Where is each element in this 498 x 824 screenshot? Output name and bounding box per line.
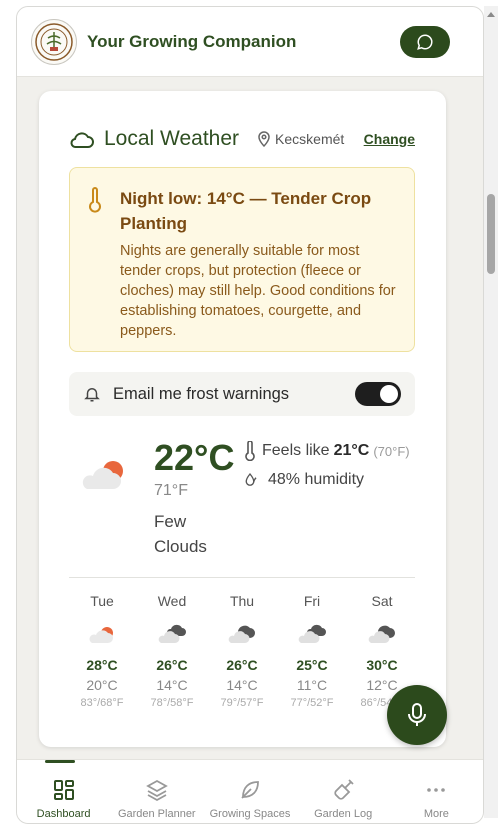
few-clouds-icon <box>79 455 129 500</box>
feels-like-c: 21°C <box>333 442 370 459</box>
day-fahrenheit: 83°/68°F <box>80 697 124 709</box>
current-condition: Few Clouds <box>154 512 207 556</box>
day-high: 25°C <box>296 657 328 673</box>
scrollbar[interactable] <box>484 6 498 818</box>
change-location-link[interactable]: Change <box>364 131 415 147</box>
broken-clouds-icon <box>137 613 207 657</box>
sun-cloud-icon <box>67 613 137 657</box>
droplets-icon <box>245 472 257 486</box>
thermometer-icon <box>89 187 101 213</box>
weather-header: Local Weather Kecskemét Change <box>69 127 415 151</box>
frost-warning-row: Email me frost warnings <box>69 372 415 416</box>
chat-button[interactable] <box>400 26 450 58</box>
frost-warning-toggle[interactable] <box>355 382 401 406</box>
nav-more[interactable]: More <box>390 760 483 823</box>
forecast-day: Fri 25°C 11°C 77°/52°F <box>277 593 347 715</box>
divider <box>69 577 415 578</box>
day-name: Sat <box>371 593 393 609</box>
location-name: Kecskemét <box>275 131 345 147</box>
day-name: Thu <box>229 593 255 609</box>
bell-icon <box>84 388 100 402</box>
day-name: Tue <box>90 593 114 609</box>
day-high: 26°C <box>226 657 258 673</box>
bottom-nav: Dashboard Garden Planner Growing Spaces … <box>17 759 483 823</box>
alert-title: Night low: 14°C — Tender Crop Planting <box>120 189 372 233</box>
grid-icon <box>53 780 74 800</box>
dark-cloud-icon <box>347 613 417 657</box>
nav-dashboard[interactable]: Dashboard <box>17 760 110 823</box>
feels-like: Feels like 21°C (70°F) <box>244 441 410 461</box>
toggle-knob <box>380 385 398 403</box>
layers-icon <box>145 779 168 802</box>
map-pin-icon <box>258 131 270 147</box>
day-high: 30°C <box>366 657 398 673</box>
leaf-icon <box>241 781 259 799</box>
app-title: Your Growing Companion <box>87 31 297 51</box>
microphone-icon <box>408 703 426 726</box>
alert-text: Nights are generally suitable for most t… <box>120 243 396 339</box>
day-fahrenheit: 77°/52°F <box>290 697 334 709</box>
day-fahrenheit: 78°/58°F <box>150 697 194 709</box>
day-low: 11°C <box>296 677 328 693</box>
day-low: 14°C <box>226 677 258 693</box>
more-icon <box>427 788 446 792</box>
humidity-label: 48% humidity <box>268 471 365 488</box>
weather-card: Local Weather Kecskemét Change Night low… <box>39 91 446 747</box>
day-high: 26°C <box>156 657 188 673</box>
nav-growing-spaces[interactable]: Growing Spaces <box>203 760 296 823</box>
weather-title: Local Weather <box>104 127 240 150</box>
feels-like-f: (70°F) <box>373 443 410 459</box>
forecast: Tue 28°C 20°C 83°/68°F Wed 26°C 14°C 78°… <box>69 593 415 723</box>
active-indicator <box>45 760 75 763</box>
nav-label: Garden Log <box>314 808 373 820</box>
day-name: Fri <box>303 593 321 609</box>
app-header: Your Growing Companion <box>17 7 483 77</box>
day-low: 14°C <box>156 677 188 693</box>
current-temp-f: 71°F <box>154 482 188 499</box>
day-name: Wed <box>157 593 187 609</box>
broken-clouds-icon <box>277 613 347 657</box>
planting-alert: Night low: 14°C — Tender Crop Planting N… <box>69 167 415 352</box>
nav-garden-planner[interactable]: Garden Planner <box>110 760 203 823</box>
forecast-day: Thu 26°C 14°C 79°/57°F <box>207 593 277 715</box>
day-low: 20°C <box>86 677 118 693</box>
day-high: 28°C <box>86 657 118 673</box>
app-logo-icon[interactable] <box>31 18 77 65</box>
day-fahrenheit: 79°/57°F <box>220 697 264 709</box>
nav-label: More <box>423 808 449 820</box>
nav-label: Growing Spaces <box>209 808 291 820</box>
location: Kecskemét <box>257 131 344 147</box>
trowel-icon <box>334 779 354 800</box>
forecast-day: Tue 28°C 20°C 83°/68°F <box>67 593 137 715</box>
feels-like-label: Feels like <box>262 442 330 459</box>
humidity: 48% humidity <box>244 471 364 489</box>
thermometer-small-icon <box>245 441 255 461</box>
forecast-day: Wed 26°C 14°C 78°/58°F <box>137 593 207 715</box>
nav-label: Dashboard <box>36 808 91 820</box>
current-temp-c: 22°C <box>154 437 235 478</box>
chat-bubble-icon <box>417 34 433 50</box>
app-window: Your Growing Companion Local Weather Kec… <box>16 6 484 824</box>
voice-input-button[interactable] <box>387 685 447 745</box>
scroll-up-arrow-icon[interactable] <box>487 12 495 17</box>
cloud-icon <box>70 132 94 148</box>
scrollbar-thumb[interactable] <box>487 194 495 274</box>
nav-label: Garden Planner <box>117 808 196 820</box>
frost-warning-label: Email me frost warnings <box>113 384 290 403</box>
nav-garden-log[interactable]: Garden Log <box>297 760 390 823</box>
dark-cloud-icon <box>207 613 277 657</box>
